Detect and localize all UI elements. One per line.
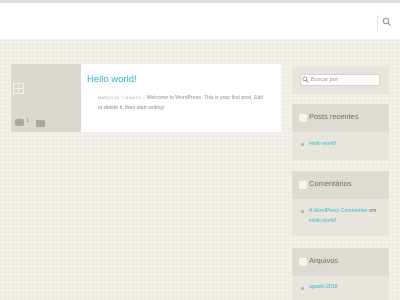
recent-posts-widget: Posts recentes Hello world!	[292, 104, 389, 160]
post-thumbnail[interactable]: 1	[11, 64, 81, 132]
recent-post-link[interactable]: Hello world!	[309, 141, 336, 147]
bullet-icon	[301, 287, 304, 290]
comment-count[interactable]: 1	[26, 118, 29, 124]
comment-bubble-icon	[299, 181, 307, 189]
folder-icon[interactable]	[36, 120, 45, 127]
post-excerpt-block: MARÇO 26, 7 MINUTO | Welcome to WordPress.…	[98, 93, 266, 113]
recent-comment: A WordPress Commenter em Hello world!	[309, 206, 385, 226]
search-icon[interactable]	[382, 17, 392, 27]
site-header	[0, 3, 400, 39]
comment-post-link[interactable]: Hello world!	[309, 218, 336, 224]
meta-separator: |	[143, 95, 145, 101]
comment-connector: em	[369, 208, 377, 214]
widget-header: Arquivos	[292, 248, 389, 276]
widget-header: Posts recentes	[292, 104, 389, 132]
bullet-icon	[301, 210, 304, 213]
comments-widget: Comentários A WordPress Commenter em Hel…	[292, 171, 389, 236]
header-divider	[377, 15, 378, 31]
widget-title: Comentários	[309, 179, 352, 188]
widget-title: Posts recentes	[309, 112, 359, 121]
search-icon	[302, 76, 309, 83]
comment-author-link[interactable]: A WordPress Commenter	[309, 208, 368, 214]
recent-posts-icon	[299, 114, 307, 122]
post-title[interactable]: Hello world!	[87, 74, 137, 85]
archive-link[interactable]: agosto 2018	[309, 284, 338, 290]
archives-widget: Arquivos agosto 2018	[292, 248, 389, 300]
archive-icon	[299, 258, 307, 266]
search-input[interactable]	[300, 74, 380, 86]
widget-header: Comentários	[292, 171, 389, 199]
comment-icon[interactable]	[15, 119, 24, 126]
plus-icon[interactable]	[13, 83, 24, 94]
post-date[interactable]: MARÇO 26, 7 MINUTO	[98, 96, 141, 100]
bullet-icon	[301, 143, 304, 146]
widget-title: Arquivos	[309, 256, 339, 265]
